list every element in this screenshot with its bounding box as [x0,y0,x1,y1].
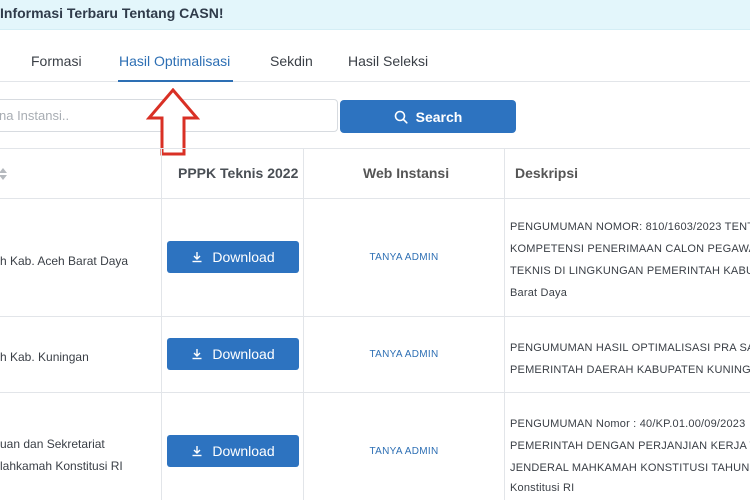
download-button[interactable]: Download [167,435,299,467]
description-line: Barat Daya [510,287,568,299]
search-icon [394,110,408,124]
tab-hasil-optimalisasi[interactable]: Hasil Optimalisasi [119,53,230,69]
download-icon [192,446,202,457]
download-label: Download [212,443,275,459]
announcement-banner: Informasi Terbaru Tentang CASN! [0,0,750,30]
description-line: Konstitusi RI [510,482,575,494]
column-divider [504,148,505,500]
description-line: PENGUMUMAN HASIL OPTIMALISASI PRA SANG [510,342,750,354]
description-line: PEMERINTAH DENGAN PERJANJIAN KERJA TENA [510,440,750,452]
description-line: JENDERAL MAHKAMAH KONSTITUSI TAHUN AN [510,462,750,474]
tanya-admin-link[interactable]: TANYA ADMIN [304,252,504,263]
sort-icon[interactable] [0,167,9,181]
table-top-border [0,148,750,149]
active-tab-indicator [118,80,233,82]
tanya-admin-link[interactable]: TANYA ADMIN [304,446,504,457]
tab-formasi[interactable]: Formasi [31,53,82,69]
download-button[interactable]: Download [167,338,299,370]
header-pppk-teknis: PPPK Teknis 2022 [178,165,299,181]
tab-bar: Formasi Hasil Optimalisasi Sekdin Hasil … [0,30,750,82]
instansi-name: uan dan Sekretariat [0,437,105,451]
tab-hasil-seleksi[interactable]: Hasil Seleksi [348,53,428,69]
instansi-name: h Kab. Kuningan [0,350,89,364]
tanya-admin-link[interactable]: TANYA ADMIN [304,349,504,360]
column-divider [161,148,162,500]
description-line: KOMPETENSI PENERIMAAN CALON PEGAWAI PE [510,243,750,255]
row-divider [0,392,750,393]
row-divider [0,316,750,317]
download-label: Download [212,346,275,362]
search-button[interactable]: Search [340,100,516,133]
description-line: TEKNIS DI LINGKUNGAN PEMERINTAH KABUPAT [510,265,750,277]
description-line: PENGUMUMAN NOMOR: 810/1603/2023 TENTA [510,221,750,233]
download-icon [192,252,202,263]
search-button-label: Search [415,108,463,125]
instansi-name: lahkamah Konstitusi RI [0,459,123,473]
banner-text: Informasi Terbaru Tentang CASN! [0,5,224,21]
tab-sekdin[interactable]: Sekdin [270,53,313,69]
description-line: PENGUMUMAN Nomor : 40/KP.01.00/09/2023 [510,418,746,430]
instansi-name: h Kab. Aceh Barat Daya [0,254,129,268]
description-line: PEMERINTAH DAERAH KABUPATEN KUNINGANFO [510,364,750,376]
header-deskripsi: Deskripsi [515,165,579,181]
header-web-instansi: Web Instansi [363,165,450,181]
download-button[interactable]: Download [167,241,299,273]
header-bottom-border [0,198,750,199]
download-icon [192,349,202,360]
download-label: Download [212,249,275,265]
